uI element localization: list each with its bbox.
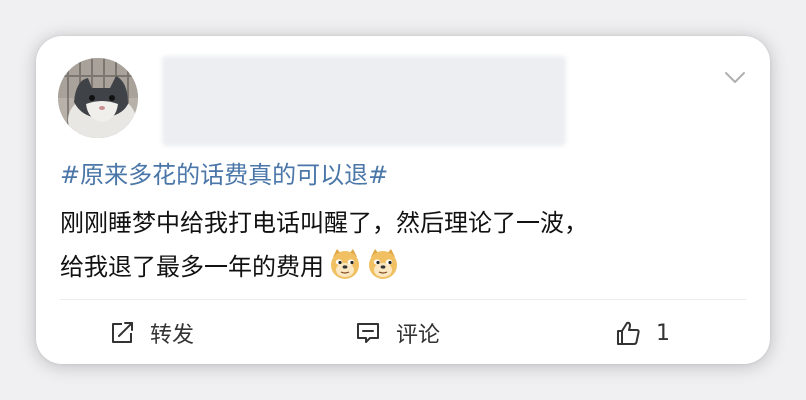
comment-button[interactable]: 评论 (354, 316, 440, 350)
repost-button[interactable]: 转发 (108, 316, 194, 350)
weibo-post-card: #原来多花的话费真的可以退# 刚刚睡梦中给我打电话叫醒了，然后理论了一波， 给我… (36, 36, 770, 364)
post-line-2-text: 给我退了最多一年的费用 (60, 253, 324, 281)
repost-label: 转发 (150, 323, 195, 348)
like-button[interactable]: 1 (614, 316, 670, 350)
doge-emoji (331, 249, 359, 279)
like-count: 1 (656, 320, 670, 346)
comment-label: 评论 (396, 323, 441, 348)
screenshot-stage: #原来多花的话费真的可以退# 刚刚睡梦中给我打电话叫醒了，然后理论了一波， 给我… (0, 0, 806, 400)
doge-emoji (369, 249, 397, 279)
blurred-username (162, 56, 566, 146)
post-line-1: 刚刚睡梦中给我打电话叫醒了，然后理论了一波， (60, 209, 588, 237)
post-body: 刚刚睡梦中给我打电话叫醒了，然后理论了一波， 给我退了最多一年的费用 (60, 201, 740, 289)
thumbs-up-icon (617, 321, 640, 345)
post-line-2: 给我退了最多一年的费用 (60, 245, 740, 289)
comment-icon (357, 323, 379, 343)
avatar[interactable] (58, 58, 138, 138)
chevron-down-icon[interactable] (724, 70, 746, 86)
repost-icon (112, 322, 133, 343)
topic-hashtag-link[interactable]: #原来多花的话费真的可以退# (60, 157, 388, 193)
divider (60, 299, 746, 300)
